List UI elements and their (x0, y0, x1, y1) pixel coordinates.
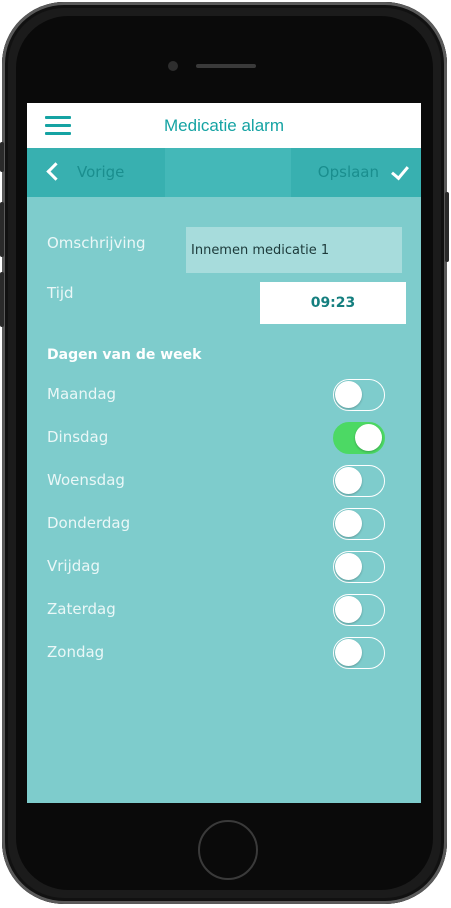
mute-switch (0, 142, 4, 172)
chevron-left-icon (46, 162, 65, 181)
toggle-knob (335, 639, 362, 666)
app-header: Medicatie alarm (27, 103, 421, 148)
camera-icon (168, 61, 178, 71)
day-label-zondag: Zondag (47, 643, 105, 661)
toggle-knob (355, 424, 382, 451)
toolbar-spacer (165, 148, 291, 197)
save-button[interactable]: Opslaan (291, 148, 421, 197)
days-heading: Dagen van de week (47, 347, 202, 363)
power-button (445, 192, 449, 262)
day-label-vrijdag: Vrijdag (47, 557, 100, 575)
toggle-knob (335, 596, 362, 623)
time-field[interactable]: 09:23 (260, 282, 406, 324)
day-label-woensdag: Woensdag (47, 471, 125, 489)
page-title: Medicatie alarm (164, 116, 284, 135)
save-button-label: Opslaan (317, 163, 379, 181)
toggle-knob (335, 553, 362, 580)
day-label-dinsdag: Dinsdag (47, 428, 109, 446)
back-button-label: Vorige (77, 163, 125, 181)
day-label-maandag: Maandag (47, 385, 117, 403)
volume-up-button (0, 202, 4, 257)
volume-down-button (0, 272, 4, 327)
speaker-grille (196, 64, 256, 68)
toggle-knob (335, 510, 362, 537)
toggle-zaterdag[interactable] (333, 594, 385, 626)
action-toolbar: Vorige Opslaan (27, 148, 421, 197)
app-screen: Medicatie alarm Vorige Opslaan Omschrijv… (27, 103, 421, 803)
toggle-woensdag[interactable] (333, 465, 385, 497)
toggle-maandag[interactable] (333, 379, 385, 411)
toggle-dinsdag[interactable] (333, 422, 385, 454)
description-label: Omschrijving (47, 234, 146, 252)
checkmark-icon (391, 161, 409, 181)
time-label: Tijd (47, 284, 74, 302)
toggle-zondag[interactable] (333, 637, 385, 669)
toggle-knob (335, 467, 362, 494)
toggle-vrijdag[interactable] (333, 551, 385, 583)
back-button[interactable]: Vorige (27, 148, 165, 197)
description-input[interactable] (186, 227, 402, 273)
toggle-knob (335, 381, 362, 408)
toggle-donderdag[interactable] (333, 508, 385, 540)
home-button[interactable] (198, 820, 258, 880)
day-label-zaterdag: Zaterdag (47, 600, 116, 618)
day-label-donderdag: Donderdag (47, 514, 131, 532)
